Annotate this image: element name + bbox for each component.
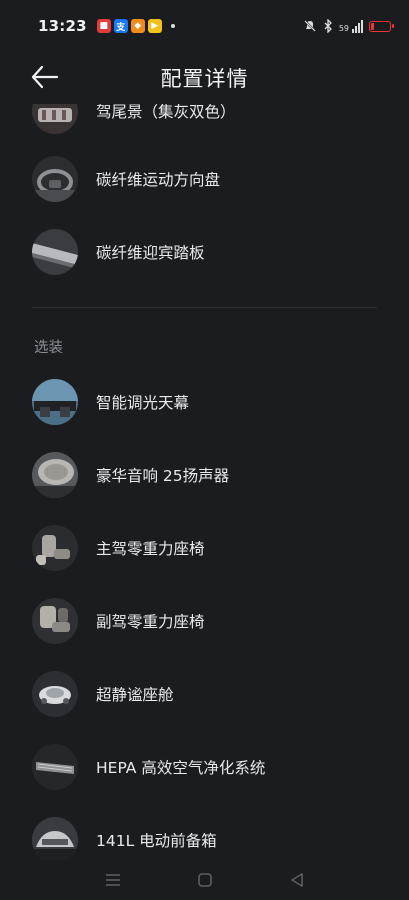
sunroof-icon [32,379,78,425]
list-item[interactable]: 豪华音响 25扬声器 [32,452,229,498]
list-item[interactable]: 主驾零重力座椅 [32,525,205,571]
section-divider [32,307,377,308]
item-label: 智能调光天幕 [96,394,190,412]
speaker-icon [32,452,78,498]
item-label: 驾尾景（集灰双色） [96,104,236,121]
menu-button[interactable] [102,869,124,891]
list-item[interactable]: 智能调光天幕 [32,379,189,425]
driver-seat-icon [32,525,78,571]
list-item[interactable]: 141L 电动前备箱 [32,817,217,860]
item-label: 主驾零重力座椅 [96,540,205,558]
status-bar: 13:23 ■ 支 ◆ ▶ 59 [0,0,409,52]
front-trunk-icon [32,817,78,860]
list-item[interactable]: 碳纤维运动方向盘 [32,156,220,202]
list-item[interactable]: 碳纤维迎宾踏板 [32,229,205,275]
home-square-icon [197,873,212,887]
item-label: HEPA 高效空气净化系统 [96,759,266,777]
system-nav-bar [0,860,409,900]
list-item[interactable]: 驾尾景（集灰双色） [32,104,236,134]
air-filter-icon [32,744,78,790]
vehicle-rear-icon [32,104,78,134]
network-speed: 59 [338,23,349,33]
battery-icon [369,20,394,32]
item-label: 豪华音响 25扬声器 [96,467,230,485]
back-triangle-icon [290,873,303,887]
item-label: 超静谧座舱 [96,686,174,704]
section-title-optional: 选装 [34,340,63,356]
item-label: 141L 电动前备箱 [96,832,217,850]
home-button[interactable] [194,869,216,891]
menu-icon [105,874,120,886]
quiet-cabin-icon [32,671,78,717]
list-item[interactable]: HEPA 高效空气净化系统 [32,744,265,790]
door-sill-icon [32,229,78,275]
item-label: 副驾零重力座椅 [96,613,205,631]
list-item[interactable]: 超静谧座舱 [32,671,174,717]
mute-icon [304,20,316,32]
steering-wheel-icon [32,156,78,202]
item-label: 碳纤维运动方向盘 [96,171,221,189]
status-indicators: 59 [303,19,394,33]
page-header: 配置详情 [0,52,409,104]
app-multi-icon: ▶ [147,19,162,33]
page-title: 配置详情 [160,67,249,91]
more-notifications-dot-icon [170,24,175,28]
list-item[interactable]: 副驾零重力座椅 [32,598,205,644]
alipay-icon: 支 [113,19,128,33]
signal-icon: 59 [338,19,363,33]
status-time: 13:23 [38,17,87,35]
passenger-seat-icon [32,598,78,644]
bluetooth-icon [324,19,332,33]
config-list[interactable]: 驾尾景（集灰双色） 碳纤维运动方向盘 碳纤维迎宾踏板 选装 智能调光天幕 豪华音… [0,104,409,860]
system-back-button[interactable] [286,869,308,891]
app-red-icon: ■ [96,19,111,33]
item-label: 碳纤维迎宾踏板 [96,244,205,262]
app-orange-icon: ◆ [130,19,145,33]
notification-icons: ■ 支 ◆ ▶ [96,19,175,33]
